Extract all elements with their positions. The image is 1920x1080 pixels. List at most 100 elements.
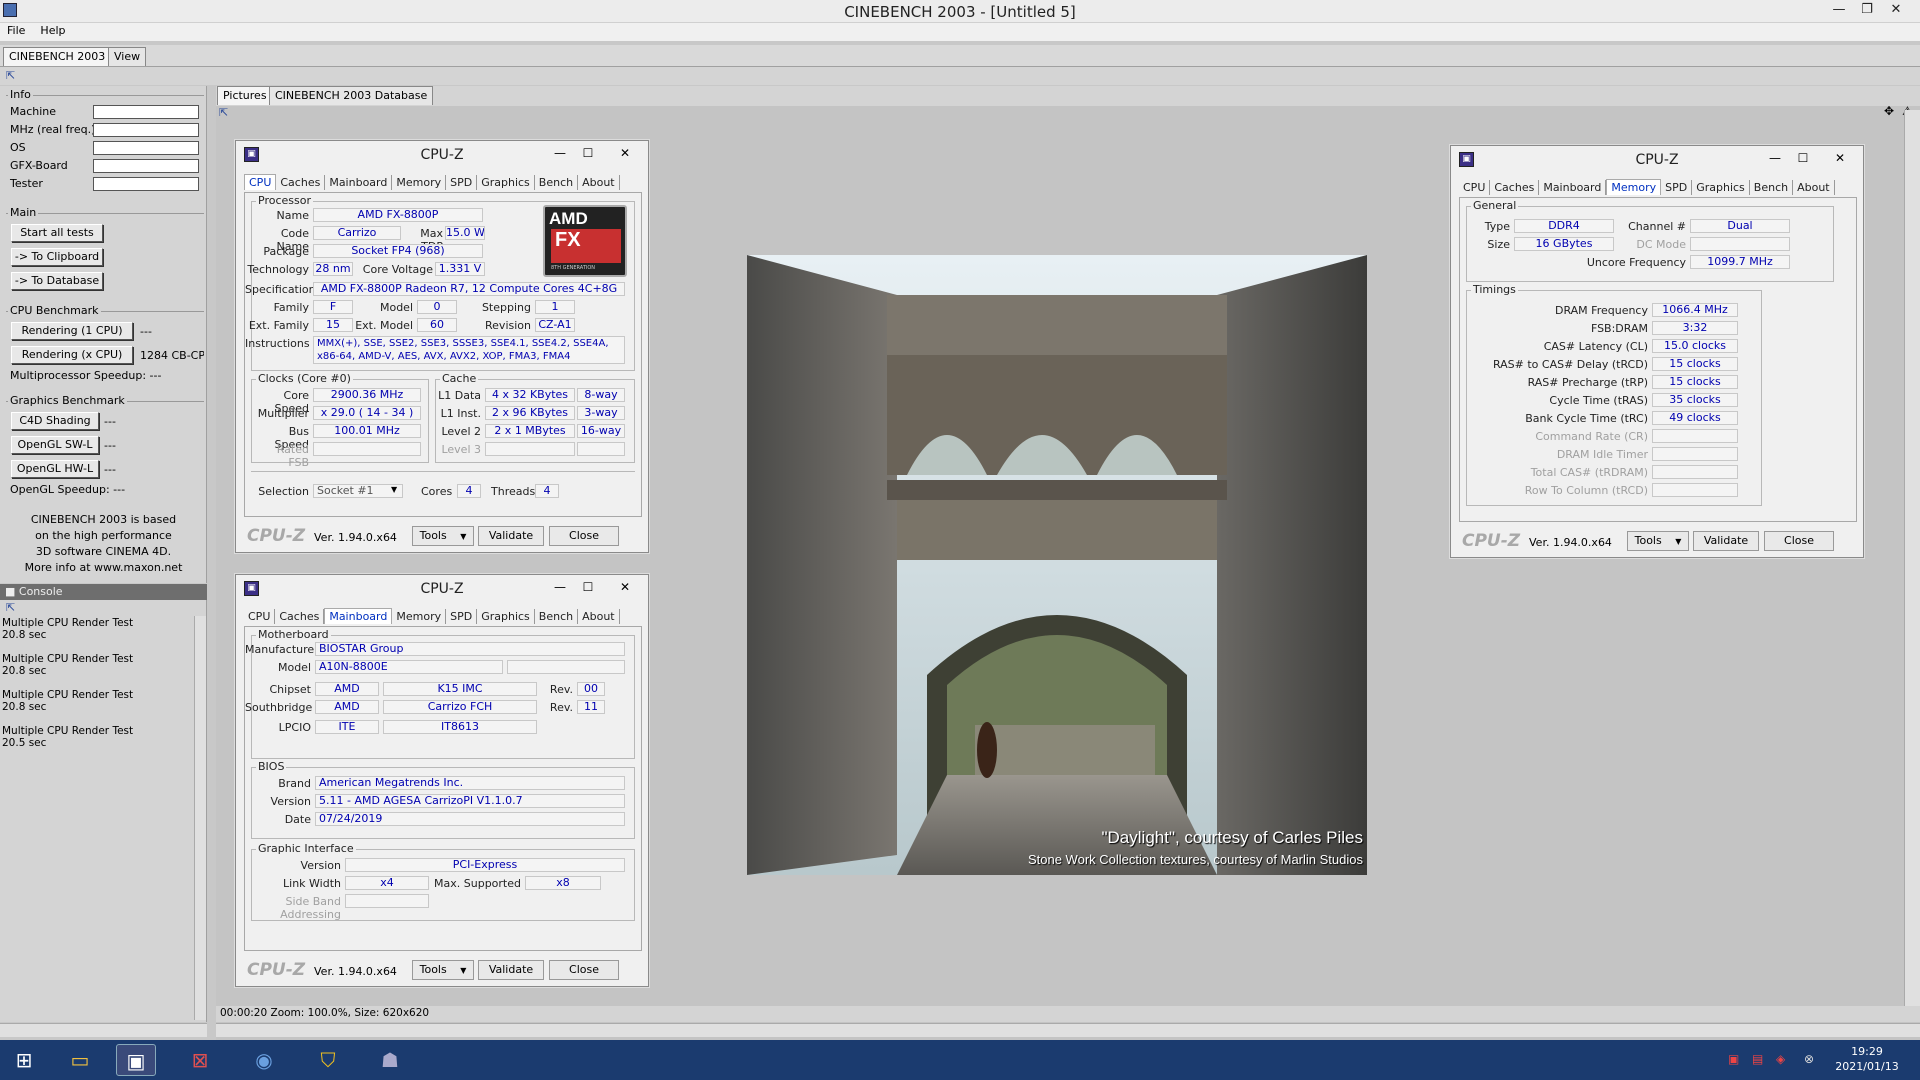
- tab-pictures[interactable]: Pictures: [217, 86, 273, 105]
- minimize-button[interactable]: —: [1761, 148, 1789, 168]
- tester-field[interactable]: [93, 177, 199, 191]
- maximize-button[interactable]: ☐: [1789, 148, 1817, 168]
- tools-button[interactable]: Tools ▼: [1627, 531, 1689, 551]
- to-database-button[interactable]: -> To Database: [11, 272, 103, 290]
- to-clipboard-button[interactable]: -> To Clipboard: [11, 248, 103, 266]
- tab-cpu[interactable]: CPU: [1459, 180, 1491, 195]
- start-all-tests-button[interactable]: Start all tests: [11, 224, 103, 242]
- close-button[interactable]: Close: [549, 526, 619, 546]
- uncore-frequency-label: Uncore Frequency: [1586, 256, 1686, 269]
- windows-start-icon[interactable]: ⊞: [4, 1044, 44, 1076]
- network-error-icon[interactable]: ▤: [1752, 1052, 1763, 1066]
- chevron-down-icon[interactable]: ▼: [460, 966, 466, 975]
- menu-help[interactable]: Help: [33, 23, 73, 37]
- restore-button[interactable]: ❐: [1853, 0, 1881, 20]
- file-explorer-icon[interactable]: ▭: [60, 1044, 100, 1076]
- pin-icon[interactable]: ⇱: [6, 601, 15, 614]
- selection-dropdown[interactable]: Socket #1: [313, 484, 403, 498]
- maximize-button[interactable]: ☐: [574, 143, 602, 163]
- tab-memory[interactable]: Memory: [392, 609, 447, 624]
- console-header[interactable]: ■ Console: [0, 584, 207, 600]
- tab-graphics[interactable]: Graphics: [477, 175, 535, 190]
- c4d-shading-button[interactable]: C4D Shading: [11, 412, 99, 430]
- cpu-benchmark-title: CPU Benchmark: [8, 304, 101, 317]
- notification-icon[interactable]: ⊗: [1804, 1052, 1814, 1066]
- tab-bench[interactable]: Bench: [535, 609, 579, 624]
- tab-spd[interactable]: SPD: [1661, 180, 1693, 195]
- shield-icon[interactable]: ⛉: [308, 1044, 348, 1076]
- mhz-field[interactable]: [93, 123, 199, 137]
- tab-cpu[interactable]: CPU: [244, 174, 277, 190]
- rendering-1cpu-button[interactable]: Rendering (1 CPU): [11, 322, 133, 340]
- tab-caches[interactable]: Caches: [1490, 180, 1540, 195]
- minimize-button[interactable]: —: [1825, 0, 1853, 20]
- tab-cpu[interactable]: CPU: [244, 609, 276, 624]
- opengl-swl-button[interactable]: OpenGL SW-L: [11, 436, 99, 454]
- l3-ways: [577, 442, 625, 456]
- about-line: More info at www.maxon.net: [24, 561, 183, 574]
- close-button[interactable]: ✕: [1826, 148, 1854, 168]
- tab-graphics[interactable]: Graphics: [1692, 180, 1750, 195]
- tab-caches[interactable]: Caches: [276, 175, 326, 190]
- tools-button[interactable]: Tools ▼: [412, 526, 474, 546]
- maximize-button[interactable]: ☐: [574, 577, 602, 597]
- minimize-button[interactable]: —: [546, 577, 574, 597]
- pin-icon[interactable]: ⇱: [219, 106, 228, 119]
- sphere-app-icon[interactable]: ◉: [244, 1044, 284, 1076]
- rendering-xcpu-button[interactable]: Rendering (x CPU): [11, 346, 133, 364]
- tab-bench[interactable]: Bench: [535, 175, 579, 190]
- gfx-field[interactable]: [93, 159, 199, 173]
- manufacturer-value: BIOSTAR Group: [315, 642, 625, 656]
- validate-button[interactable]: Validate: [478, 960, 544, 980]
- chevron-down-icon[interactable]: ▼: [1675, 537, 1681, 546]
- viewer-hscrollbar[interactable]: [216, 1023, 1920, 1037]
- minimize-button[interactable]: —: [546, 143, 574, 163]
- close-button[interactable]: ✕: [1882, 0, 1910, 20]
- viewer-vscrollbar[interactable]: [1904, 110, 1920, 1022]
- tab-view[interactable]: View: [108, 47, 147, 66]
- l1i-label: L1 Inst.: [440, 407, 481, 420]
- tab-bench[interactable]: Bench: [1750, 180, 1794, 195]
- stepping-value: 1: [535, 300, 575, 314]
- tab-spd[interactable]: SPD: [446, 175, 478, 190]
- machine-field[interactable]: [93, 105, 199, 119]
- tab-about[interactable]: About: [578, 175, 620, 190]
- tab-about[interactable]: About: [578, 609, 620, 624]
- move-icon[interactable]: ✥: [1884, 104, 1894, 118]
- console-scrollbar[interactable]: [194, 616, 206, 1020]
- chevron-down-icon[interactable]: ▼: [391, 485, 397, 494]
- console-hscrollbar[interactable]: [0, 1023, 207, 1037]
- tab-memory[interactable]: Memory: [392, 175, 447, 190]
- tab-memory[interactable]: Memory: [1606, 179, 1662, 195]
- cpuz-tabs: CPU Caches Mainboard Memory SPD Graphics Bench…: [1459, 179, 1835, 197]
- tab-cinebench[interactable]: CINEBENCH 2003: [3, 47, 112, 66]
- volume-icon[interactable]: ◈: [1776, 1052, 1785, 1066]
- tab-about[interactable]: About: [1793, 180, 1835, 195]
- tab-spd[interactable]: SPD: [446, 609, 478, 624]
- tab-graphics[interactable]: Graphics: [477, 609, 535, 624]
- system-clock[interactable]: 19:29 2021/01/13: [1822, 1044, 1912, 1074]
- tools-button[interactable]: Tools ▼: [412, 960, 474, 980]
- opengl-hwl-button[interactable]: OpenGL HW-L: [11, 460, 99, 478]
- pin-icon[interactable]: ⇱: [6, 69, 15, 82]
- tab-mainboard[interactable]: Mainboard: [1539, 180, 1607, 195]
- robot-app-icon[interactable]: ☗: [370, 1044, 410, 1076]
- os-field[interactable]: [93, 141, 199, 155]
- network-icon[interactable]: ▣: [1728, 1052, 1739, 1066]
- validate-button[interactable]: Validate: [478, 526, 544, 546]
- chevron-down-icon[interactable]: ▼: [460, 532, 466, 541]
- tab-caches[interactable]: Caches: [275, 609, 325, 624]
- row-to-column-label: Row To Column (tRCD): [1524, 484, 1648, 497]
- app-grid-icon[interactable]: ⊠: [180, 1044, 220, 1076]
- close-button[interactable]: Close: [1764, 531, 1834, 551]
- close-button[interactable]: ✕: [611, 143, 639, 163]
- tab-mainboard[interactable]: Mainboard: [325, 175, 393, 190]
- tab-mainboard[interactable]: Mainboard: [324, 608, 393, 624]
- tab-database[interactable]: CINEBENCH 2003 Database: [269, 86, 434, 105]
- close-button[interactable]: Close: [549, 960, 619, 980]
- core-voltage-value: 1.331 V: [435, 262, 485, 276]
- menu-file[interactable]: File: [0, 23, 33, 37]
- validate-button[interactable]: Validate: [1693, 531, 1759, 551]
- close-button[interactable]: ✕: [611, 577, 639, 597]
- cpuz-taskbar-icon[interactable]: ▣: [116, 1044, 156, 1076]
